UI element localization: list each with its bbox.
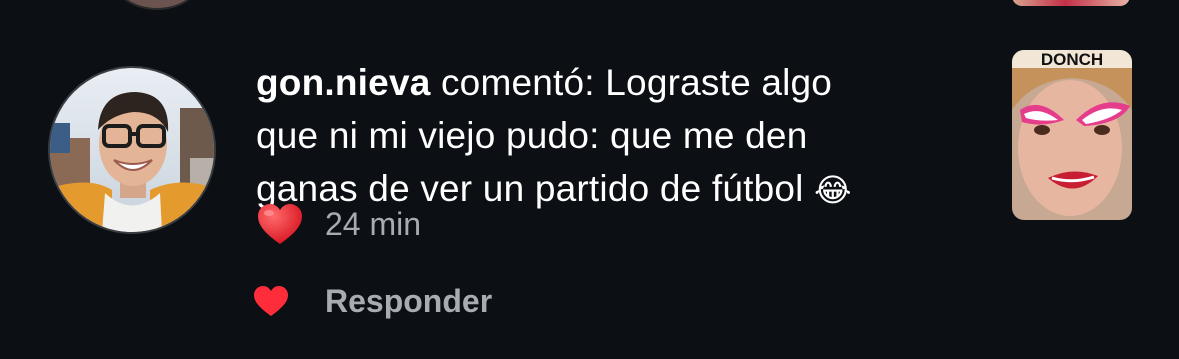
comment-actions: Responder xyxy=(252,276,492,326)
username[interactable]: gon.nieva xyxy=(256,62,431,103)
thumbnail-caption: DONCH xyxy=(1041,50,1103,69)
comment-line-2: que ni mi viejo pudo: que me den xyxy=(256,115,808,156)
post-thumbnail[interactable]: DONCH xyxy=(1012,50,1132,220)
comment-text: gon.nieva comentó: Lograste algo que ni … xyxy=(256,56,976,217)
comment-line-1: Lograste algo xyxy=(605,62,833,103)
heart-icon[interactable] xyxy=(252,284,290,318)
notification-screen: gon.nieva comentó: Lograste algo que ni … xyxy=(0,0,1179,359)
post-thumbnail-image: DONCH xyxy=(1012,50,1132,220)
reply-button[interactable]: Responder xyxy=(325,283,492,320)
heart-emoji-icon xyxy=(258,204,302,244)
laughing-emoji: 😂 xyxy=(814,172,852,208)
avatar-image xyxy=(50,68,214,232)
avatar[interactable] xyxy=(50,68,214,232)
comment-action: comentó: xyxy=(440,62,595,103)
timestamp: 24 min xyxy=(325,205,422,242)
previous-avatar[interactable] xyxy=(112,0,202,10)
previous-thumbnail[interactable] xyxy=(1012,0,1130,6)
comment-meta: 24 min xyxy=(256,197,421,251)
